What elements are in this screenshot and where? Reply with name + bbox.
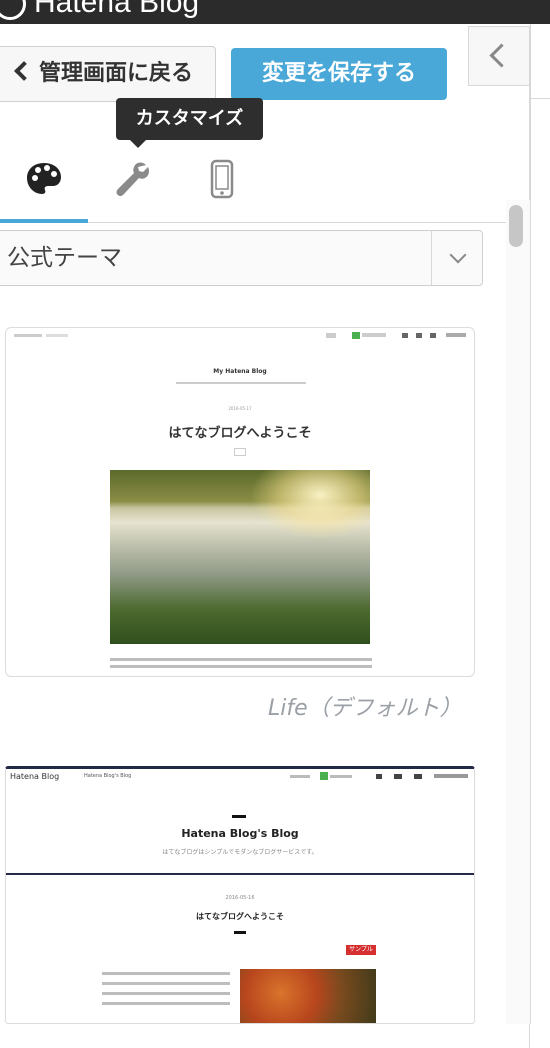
preview-subtitle-line (176, 382, 306, 384)
smartphone-icon (210, 159, 234, 199)
preview-text-line (102, 972, 230, 975)
preview-dash (234, 931, 246, 934)
preview-blog-title: Hatena Blog's Blog (181, 827, 299, 840)
back-to-admin-button[interactable]: 管理画面に戻る (0, 46, 216, 102)
preview-text-line (110, 658, 372, 661)
preview-divider (6, 873, 474, 875)
preview-photo (240, 969, 376, 1023)
preview-nav: Hatena Blog Hatena Blog's Blog (6, 769, 474, 785)
preview-post-title: はてなブログへようこそ (168, 426, 312, 441)
preview-nav-blog: Hatena Blog's Blog (84, 773, 132, 779)
hatena-logo-icon (0, 0, 26, 21)
chevron-left-icon (14, 61, 34, 81)
divider (530, 98, 550, 99)
scrollbar-thumb[interactable] (509, 205, 523, 247)
tab-smartphone[interactable] (192, 154, 252, 204)
preview-text-line (110, 665, 372, 668)
chevron-down-icon (449, 246, 467, 264)
panel-tabs (0, 136, 530, 223)
preview-text-line (102, 1002, 230, 1005)
save-changes-button[interactable]: 変更を保存する (231, 48, 447, 100)
select-separator (431, 231, 432, 285)
preview-date: 2016-05-16 (225, 895, 255, 901)
theme-category-select[interactable]: 公式テーマ (0, 230, 483, 286)
collapse-panel-button[interactable] (468, 26, 530, 86)
preview-date: 2016-05-17 (228, 406, 252, 411)
preview-text-line (102, 982, 230, 985)
wrench-icon (116, 162, 149, 197)
preview-blog-title: My Hatena Blog (213, 368, 267, 375)
preview-tag: サンプル (346, 945, 376, 955)
preview-text-line (102, 992, 230, 995)
customize-tooltip: カスタマイズ (116, 98, 263, 148)
preview-dash (232, 815, 246, 818)
brand-name: Hatena Blog (34, 0, 200, 19)
preview-nav (6, 328, 474, 344)
back-button-label: 管理画面に戻る (39, 61, 194, 86)
select-value: 公式テーマ (7, 245, 122, 271)
preview-tag (234, 448, 246, 456)
tab-design[interactable] (14, 154, 74, 204)
app-top-bar: Hatena Blog (0, 0, 550, 24)
theme-name-life: Life（デフォルト） (268, 696, 462, 721)
preview-photo (110, 470, 370, 644)
theme-card-life[interactable]: My Hatena Blog 2016-05-17 はてなブログへようこそ (5, 327, 475, 677)
tab-customize[interactable] (102, 154, 162, 204)
preview-post-title: はてなブログへようこそ (196, 912, 284, 921)
theme-card-hatena-blog[interactable]: Hatena Blog Hatena Blog's Blog Hatena Bl… (5, 766, 475, 1024)
preview-nav-brand: Hatena Blog (10, 772, 60, 781)
brand-logo: Hatena Blog (0, 0, 200, 21)
palette-icon (27, 163, 61, 194)
active-tab-indicator (0, 219, 88, 223)
preview-subtitle: はてなブログはシンプルでモダンなブログサービスです。 (162, 849, 318, 856)
chevron-left-icon (489, 43, 514, 68)
panel-scrollbar[interactable] (506, 200, 530, 1024)
